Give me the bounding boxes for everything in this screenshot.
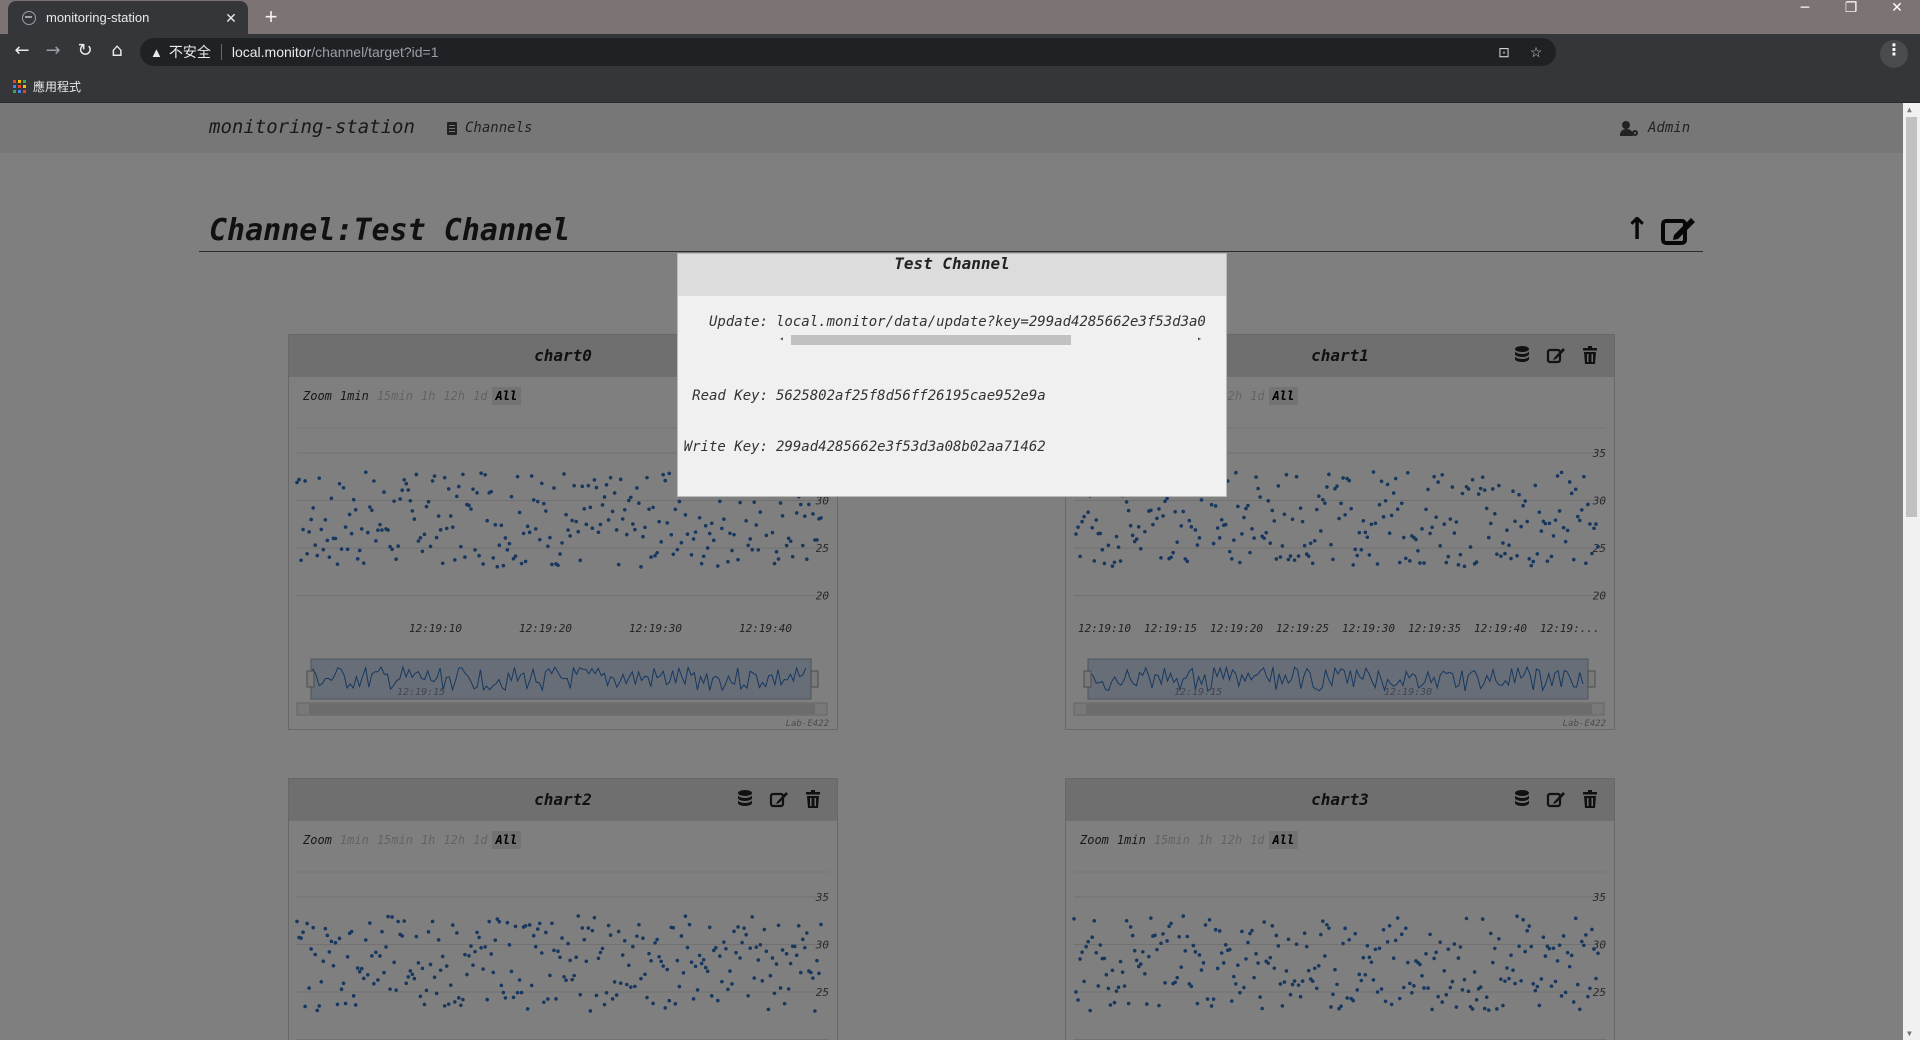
browser-tab[interactable]: monitoring-station ✕ xyxy=(8,1,248,34)
close-tab-icon[interactable]: ✕ xyxy=(222,9,240,27)
update-label: Update: xyxy=(708,314,768,330)
read-key-label: Read Key: xyxy=(692,388,768,404)
read-key-value[interactable]: 5625802af25f8d56ff26195cae952e9a xyxy=(776,388,1046,404)
warning-icon: ▲ xyxy=(150,44,163,60)
update-url-scrollbar[interactable]: ◂ ▸ xyxy=(776,333,1205,347)
url-host: local.monitor xyxy=(231,44,312,60)
close-window-icon[interactable]: ✕ xyxy=(1874,0,1920,30)
page-scrollbar[interactable]: ▲ ▼ xyxy=(1903,103,1920,1040)
reload-icon[interactable]: ↻ xyxy=(73,40,97,64)
tab-title: monitoring-station xyxy=(46,10,150,25)
write-key-value[interactable]: 299ad4285662e3f53d3a08b02aa71462 xyxy=(776,439,1046,455)
url-path: /channel/target?id=1 xyxy=(311,44,439,60)
address-bar[interactable]: ▲ 不安全 local.monitor/channel/target?id=1 … xyxy=(140,38,1556,66)
browser-toolbar: ← → ↻ ⌂ ▲ 不安全 local.monitor/channel/targ… xyxy=(0,34,1920,70)
scrollbar-thumb[interactable] xyxy=(1906,117,1917,517)
update-row: Update: local.monitor/data/update?key=29… xyxy=(678,314,1205,347)
modal-backdrop[interactable] xyxy=(0,103,1903,1040)
page-viewport: monitoring-station Channels Admin Channe… xyxy=(0,103,1903,1040)
omnibox-divider xyxy=(220,44,222,60)
apps-label: 應用程式 xyxy=(33,80,82,94)
modal-title: Test Channel xyxy=(678,254,1226,296)
browser-menu-icon[interactable]: ⋮ xyxy=(1880,40,1908,68)
read-key-row: Read Key: 5625802af25f8d56ff26195cae952e… xyxy=(678,388,1046,404)
minimize-icon[interactable]: ─ xyxy=(1782,0,1828,30)
new-tab-button[interactable]: + xyxy=(258,4,284,30)
apps-bookmark[interactable]: 應用程式 xyxy=(13,78,81,95)
bookmark-star-icon[interactable]: ☆ xyxy=(1524,41,1548,63)
translate-icon[interactable]: ⊡ xyxy=(1492,41,1516,63)
restore-icon[interactable]: ❐ xyxy=(1828,0,1874,30)
channel-keys-modal: Test Channel Update: local.monitor/data/… xyxy=(677,253,1227,497)
globe-icon xyxy=(22,10,36,25)
apps-grid-icon xyxy=(13,80,26,93)
forward-icon[interactable]: → xyxy=(41,40,65,64)
tab-strip: monitoring-station ✕ + ─ ❐ ✕ xyxy=(0,0,1920,34)
write-key-row: Write Key: 299ad4285662e3f53d3a08b02aa71… xyxy=(678,439,1046,455)
write-key-label: Write Key: xyxy=(683,439,768,455)
update-url[interactable]: local.monitor/data/update?key=299ad42856… xyxy=(776,314,1205,330)
bookmarks-bar: 應用程式 xyxy=(0,70,1920,103)
home-icon[interactable]: ⌂ xyxy=(105,40,129,64)
security-label: 不安全 xyxy=(168,44,211,60)
back-icon[interactable]: ← xyxy=(10,40,34,64)
